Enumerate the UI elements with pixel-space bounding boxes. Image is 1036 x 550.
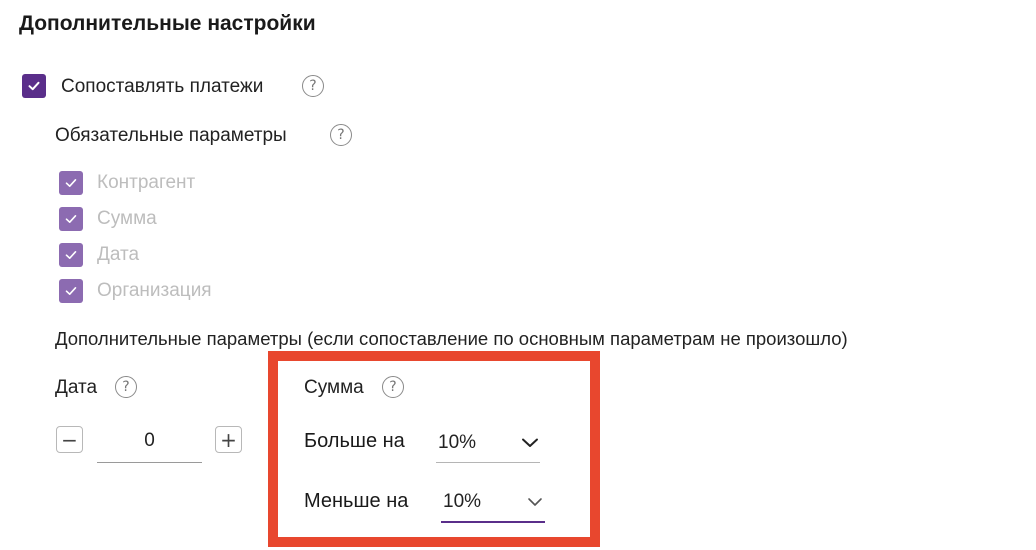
- help-icon[interactable]: ?: [302, 75, 324, 97]
- less-by-select[interactable]: 10%: [441, 483, 545, 523]
- label-date: Дата: [97, 244, 140, 265]
- section-title: Дополнительные настройки: [19, 12, 316, 35]
- chevron-down-icon: [520, 437, 540, 449]
- decrement-button[interactable]: −: [56, 426, 83, 453]
- sum-param-label: Сумма: [304, 377, 364, 398]
- check-icon: [65, 251, 77, 259]
- more-by-select[interactable]: 10%: [436, 423, 540, 463]
- less-by-value: 10%: [443, 491, 482, 512]
- label-sum: Сумма: [97, 208, 157, 229]
- check-icon: [65, 179, 77, 187]
- additional-params-title: Дополнительные параметры (если сопоставл…: [55, 328, 848, 349]
- checkbox-date: [59, 243, 83, 267]
- label-counterparty: Контрагент: [97, 172, 196, 193]
- minus-icon: −: [61, 427, 78, 452]
- more-by-label: Больше на: [304, 430, 405, 452]
- required-params-title: Обязательные параметры: [55, 125, 287, 146]
- check-icon: [65, 215, 77, 223]
- increment-button[interactable]: +: [215, 426, 242, 453]
- plus-icon: +: [220, 427, 237, 452]
- less-by-label: Меньше на: [304, 490, 409, 512]
- date-days-input[interactable]: 0: [97, 422, 202, 463]
- match-payments-checkbox[interactable]: [22, 74, 46, 98]
- checkbox-sum: [59, 207, 83, 231]
- label-organization: Организация: [97, 280, 212, 301]
- help-icon[interactable]: ?: [382, 376, 404, 398]
- chevron-down-icon: [525, 496, 545, 508]
- match-payments-label: Сопоставлять платежи: [61, 76, 264, 97]
- check-icon: [28, 81, 40, 91]
- check-icon: [65, 287, 77, 295]
- checkbox-counterparty: [59, 171, 83, 195]
- help-icon[interactable]: ?: [115, 376, 137, 398]
- checkbox-organization: [59, 279, 83, 303]
- date-param-label: Дата: [55, 377, 98, 398]
- help-icon[interactable]: ?: [330, 124, 352, 146]
- more-by-value: 10%: [438, 431, 477, 453]
